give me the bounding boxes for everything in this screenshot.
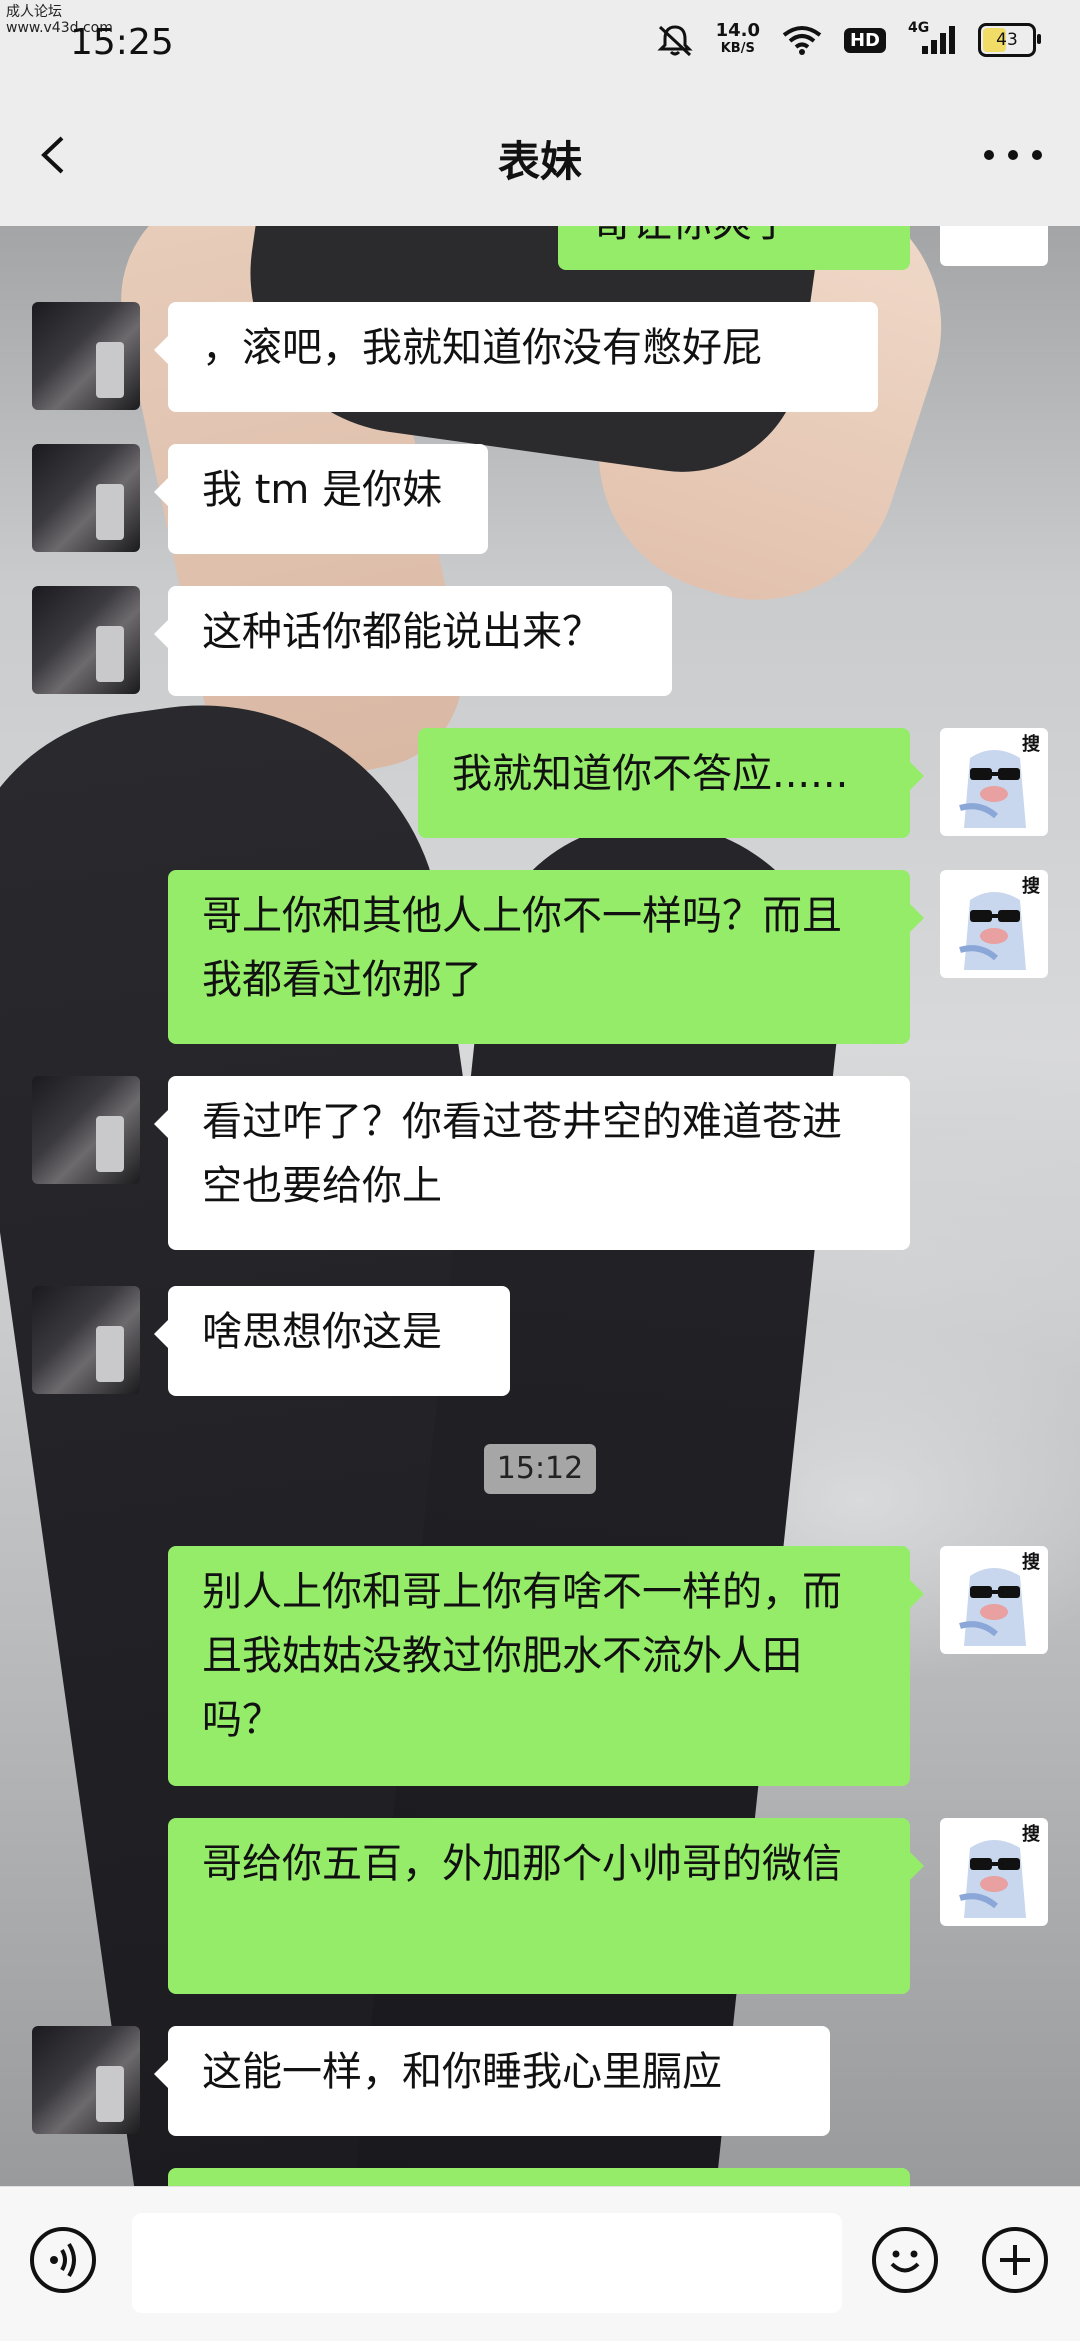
my-avatar[interactable]: 搜: [940, 1818, 1048, 1926]
voice-input-button[interactable]: [30, 2227, 96, 2293]
chat-timestamp: 15:12: [484, 1444, 596, 1494]
chat-title: 表妹: [497, 137, 582, 186]
message-bubble-incoming[interactable]: 这能一样，和你睡我心里膈应: [154, 2026, 830, 2136]
my-avatar[interactable]: 搜: [940, 728, 1048, 836]
sticker-label: 搜: [1022, 734, 1040, 755]
plus-icon: [1000, 2245, 1030, 2275]
message-bubble-incoming[interactable]: 我 tm 是你妹: [154, 444, 488, 554]
message-bubble-incoming[interactable]: 这种话你都能说出来？: [154, 586, 672, 696]
message-input[interactable]: [132, 2213, 842, 2313]
sticker-label: 搜: [1022, 1824, 1040, 1845]
network-speed: 14.0 KB/S: [715, 20, 760, 57]
battery-indicator: 43: [978, 23, 1041, 57]
message-bubble-outgoing[interactable]: 哥给你五百，外加那个小帅哥的微信: [168, 1818, 924, 1994]
contact-avatar[interactable]: [32, 1076, 140, 1184]
message-bubble-outgoing[interactable]: 哥上你和其他人上你不一样吗？而且我都看过你那了: [168, 870, 924, 1044]
input-bar: [0, 2186, 1080, 2341]
message-bubble-incoming[interactable]: 啥思想你这是: [154, 1286, 510, 1396]
message-bubble-incoming[interactable]: ，滚吧，我就知道你没有憋好屁: [154, 302, 878, 412]
contact-avatar[interactable]: [32, 444, 140, 552]
message-bubble-outgoing[interactable]: 我就知道你不答应......: [418, 728, 924, 838]
signal-icon: 4G: [908, 20, 956, 56]
contact-avatar[interactable]: [32, 2026, 140, 2134]
more-options-icon[interactable]: [984, 150, 1042, 160]
message-bubble-outgoing[interactable]: 别人上你和哥上你有啥不一样的，而且我姑姑没教过你肥水不流外人田吗？: [168, 1546, 924, 1786]
my-avatar[interactable]: 搜: [940, 1546, 1048, 1654]
more-functions-button[interactable]: [982, 2227, 1048, 2293]
message-bubble-incoming[interactable]: 看过咋了？你看过苍井空的难道苍进空也要给你上: [154, 1076, 910, 1250]
contact-avatar[interactable]: [32, 1286, 140, 1394]
hd-badge: HD: [843, 27, 886, 53]
my-avatar[interactable]: 搜: [940, 870, 1048, 978]
contact-avatar[interactable]: [32, 302, 140, 410]
mute-bell-icon: [656, 25, 693, 57]
voice-icon: [50, 2242, 76, 2278]
chat-header: 表妹: [0, 80, 1080, 226]
sticker-label: 搜: [1022, 876, 1040, 897]
contact-avatar[interactable]: [32, 586, 140, 694]
wifi-icon: [782, 26, 822, 55]
status-bar: 成人论坛 www.v43d.com 15:25 14.0 KB/S HD 4G: [0, 0, 1080, 80]
status-time: 15:25: [70, 22, 174, 63]
sticker-label: 搜: [1022, 1552, 1040, 1573]
emoji-icon: [890, 2250, 920, 2273]
emoji-button[interactable]: [872, 2227, 938, 2293]
